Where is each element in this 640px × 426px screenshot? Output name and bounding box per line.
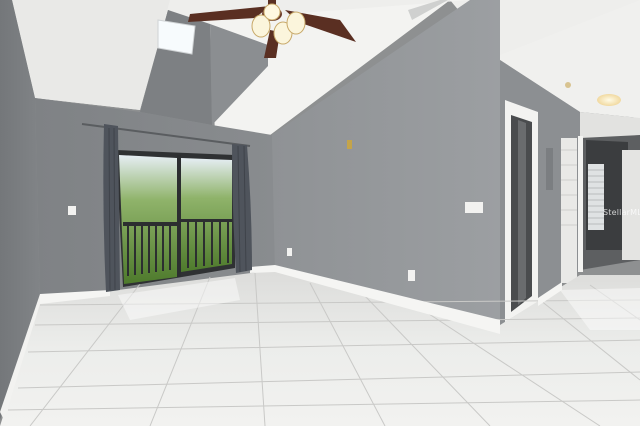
watermark: StellarMLS [603, 208, 640, 217]
smoke-detector [565, 82, 571, 88]
fan-light-3 [286, 11, 306, 35]
wall-art [546, 148, 553, 190]
fan-light-4 [263, 3, 281, 21]
ceiling-light [597, 94, 621, 106]
light-switch-left [68, 206, 76, 215]
sliding-glass-door [116, 150, 235, 287]
room-photo-canvas [0, 0, 640, 426]
skylight-window [157, 19, 196, 55]
wall-outlet [408, 270, 415, 281]
left-curtain [103, 124, 120, 292]
hallway-window-blinds [588, 164, 604, 230]
thermostat [347, 140, 352, 149]
wall-outlet-small [287, 248, 292, 256]
room-photo: StellarMLS [0, 0, 640, 426]
hallway-door [622, 150, 640, 260]
doorway [505, 100, 538, 322]
light-switch-right [465, 202, 483, 213]
